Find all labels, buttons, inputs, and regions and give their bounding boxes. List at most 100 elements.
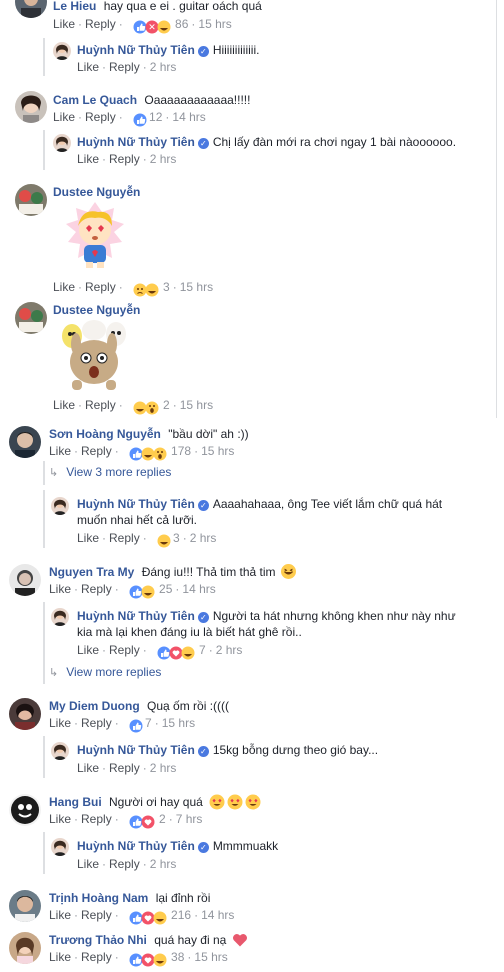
avatar[interactable] [51,497,69,515]
reply-button[interactable]: Reply [81,444,112,458]
reaction-icons[interactable] [133,281,161,297]
avatar[interactable] [9,890,41,922]
like-button[interactable]: Like [53,17,75,31]
reply-button[interactable]: Reply [109,152,140,166]
reaction-icons[interactable] [129,583,157,599]
commenter-name[interactable]: Nguyen Tra My [49,565,134,579]
bunny-crowd-sticker[interactable] [58,318,130,392]
avatar[interactable] [51,742,69,760]
reply-button[interactable]: Reply [85,280,116,294]
avatar[interactable] [15,0,47,18]
timestamp[interactable]: 2 hrs [150,761,177,775]
reply-button[interactable]: Reply [81,812,112,826]
reaction-count[interactable]: 2 [159,812,166,826]
commenter-name[interactable]: Cam Le Quach [53,93,137,107]
reaction-icons[interactable] [133,111,147,127]
commenter-name[interactable]: Trịnh Hoàng Nam [49,891,148,905]
like-button[interactable]: Like [77,531,99,545]
reaction-icons[interactable] [157,644,197,660]
timestamp[interactable]: 15 hrs [180,280,213,294]
commenter-name[interactable]: Dustee Nguyễn [53,303,140,317]
reaction-icons[interactable] [129,813,157,829]
commenter-name[interactable]: Dustee Nguyễn [53,185,140,199]
timestamp[interactable]: 14 hrs [172,110,205,124]
reply-button[interactable]: Reply [109,531,140,545]
reaction-count[interactable]: 178 [171,444,191,458]
reaction-count[interactable]: 12 [149,110,162,124]
timestamp[interactable]: 15 hrs [180,398,213,412]
timestamp[interactable]: 2 hrs [190,531,217,545]
reaction-count[interactable]: 7 [199,643,206,657]
reply-button[interactable]: Reply [109,761,140,775]
commenter-name[interactable]: Hang Bui [49,795,102,809]
reply-button[interactable]: Reply [81,908,112,922]
reply-button[interactable]: Reply [81,716,112,730]
commenter-name[interactable]: Huỳnh Nữ Thủy Tiên [77,497,195,511]
reaction-count[interactable]: 3 [173,531,180,545]
reaction-icons[interactable] [129,445,169,461]
timestamp[interactable]: 15 hrs [194,950,227,964]
avatar[interactable] [53,134,71,152]
reaction-icons[interactable] [157,532,171,548]
reaction-count[interactable]: 3 [163,280,170,294]
like-button[interactable]: Like [49,444,71,458]
reaction-count[interactable]: 25 [159,582,172,596]
reaction-count[interactable]: 7 [145,716,152,730]
like-button[interactable]: Like [49,812,71,826]
like-button[interactable]: Like [77,152,99,166]
reaction-count[interactable]: 216 [171,908,191,922]
commenter-name[interactable]: Sơn Hoàng Nguyễn [49,427,161,441]
like-button[interactable]: Like [77,857,99,871]
avatar[interactable] [15,302,47,334]
avatar[interactable] [9,794,41,826]
timestamp[interactable]: 15 hrs [198,17,231,31]
reply-button[interactable]: Reply [81,582,112,596]
avatar[interactable] [51,838,69,856]
reply-button[interactable]: Reply [109,643,140,657]
like-button[interactable]: Like [53,280,75,294]
timestamp[interactable]: 15 hrs [162,716,195,730]
view-more-replies-label[interactable]: View 3 more replies [66,465,171,479]
like-button[interactable]: Like [49,716,71,730]
commenter-name[interactable]: Huỳnh Nữ Thủy Tiên [77,743,195,757]
like-button[interactable]: Like [49,950,71,964]
reply-button[interactable]: Reply [109,857,140,871]
view-more-replies-link[interactable]: ↳ View more replies [49,664,161,681]
avatar[interactable] [15,184,47,216]
avatar[interactable] [51,608,69,626]
timestamp[interactable]: 2 hrs [150,152,177,166]
avatar[interactable] [9,698,41,730]
reply-button[interactable]: Reply [109,60,140,74]
avatar[interactable] [53,42,71,60]
like-button[interactable]: Like [53,110,75,124]
avatar[interactable] [9,426,41,458]
reaction-count[interactable]: 86 [175,17,188,31]
like-button[interactable]: Like [49,582,71,596]
like-button[interactable]: Like [77,60,99,74]
avatar[interactable] [9,564,41,596]
reaction-icons[interactable] [133,399,161,415]
timestamp[interactable]: 15 hrs [201,444,234,458]
timestamp[interactable]: 14 hrs [182,582,215,596]
timestamp[interactable]: 2 hrs [216,643,243,657]
reaction-count[interactable]: 38 [171,950,184,964]
reply-button[interactable]: Reply [85,17,116,31]
avatar[interactable] [9,932,41,964]
timestamp[interactable]: 2 hrs [150,857,177,871]
reply-button[interactable]: Reply [85,110,116,124]
view-more-replies-label[interactable]: View more replies [66,665,161,679]
reaction-icons[interactable] [129,909,169,925]
reaction-icons[interactable]: ✕ [133,18,173,34]
like-button[interactable]: Like [49,908,71,922]
commenter-name[interactable]: Huỳnh Nữ Thủy Tiên [77,135,195,149]
commenter-name[interactable]: Huỳnh Nữ Thủy Tiên [77,43,195,57]
commenter-name[interactable]: My Diem Duong [49,699,140,713]
commenter-name[interactable]: Le Hieu [53,0,96,13]
view-more-replies-link[interactable]: ↳ View 3 more replies [49,464,171,481]
commenter-name[interactable]: Trương Thảo Nhi [49,933,147,947]
timestamp[interactable]: 7 hrs [176,812,203,826]
timestamp[interactable]: 14 hrs [201,908,234,922]
like-button[interactable]: Like [77,643,99,657]
reply-button[interactable]: Reply [81,950,112,964]
reaction-icons[interactable] [129,717,143,733]
